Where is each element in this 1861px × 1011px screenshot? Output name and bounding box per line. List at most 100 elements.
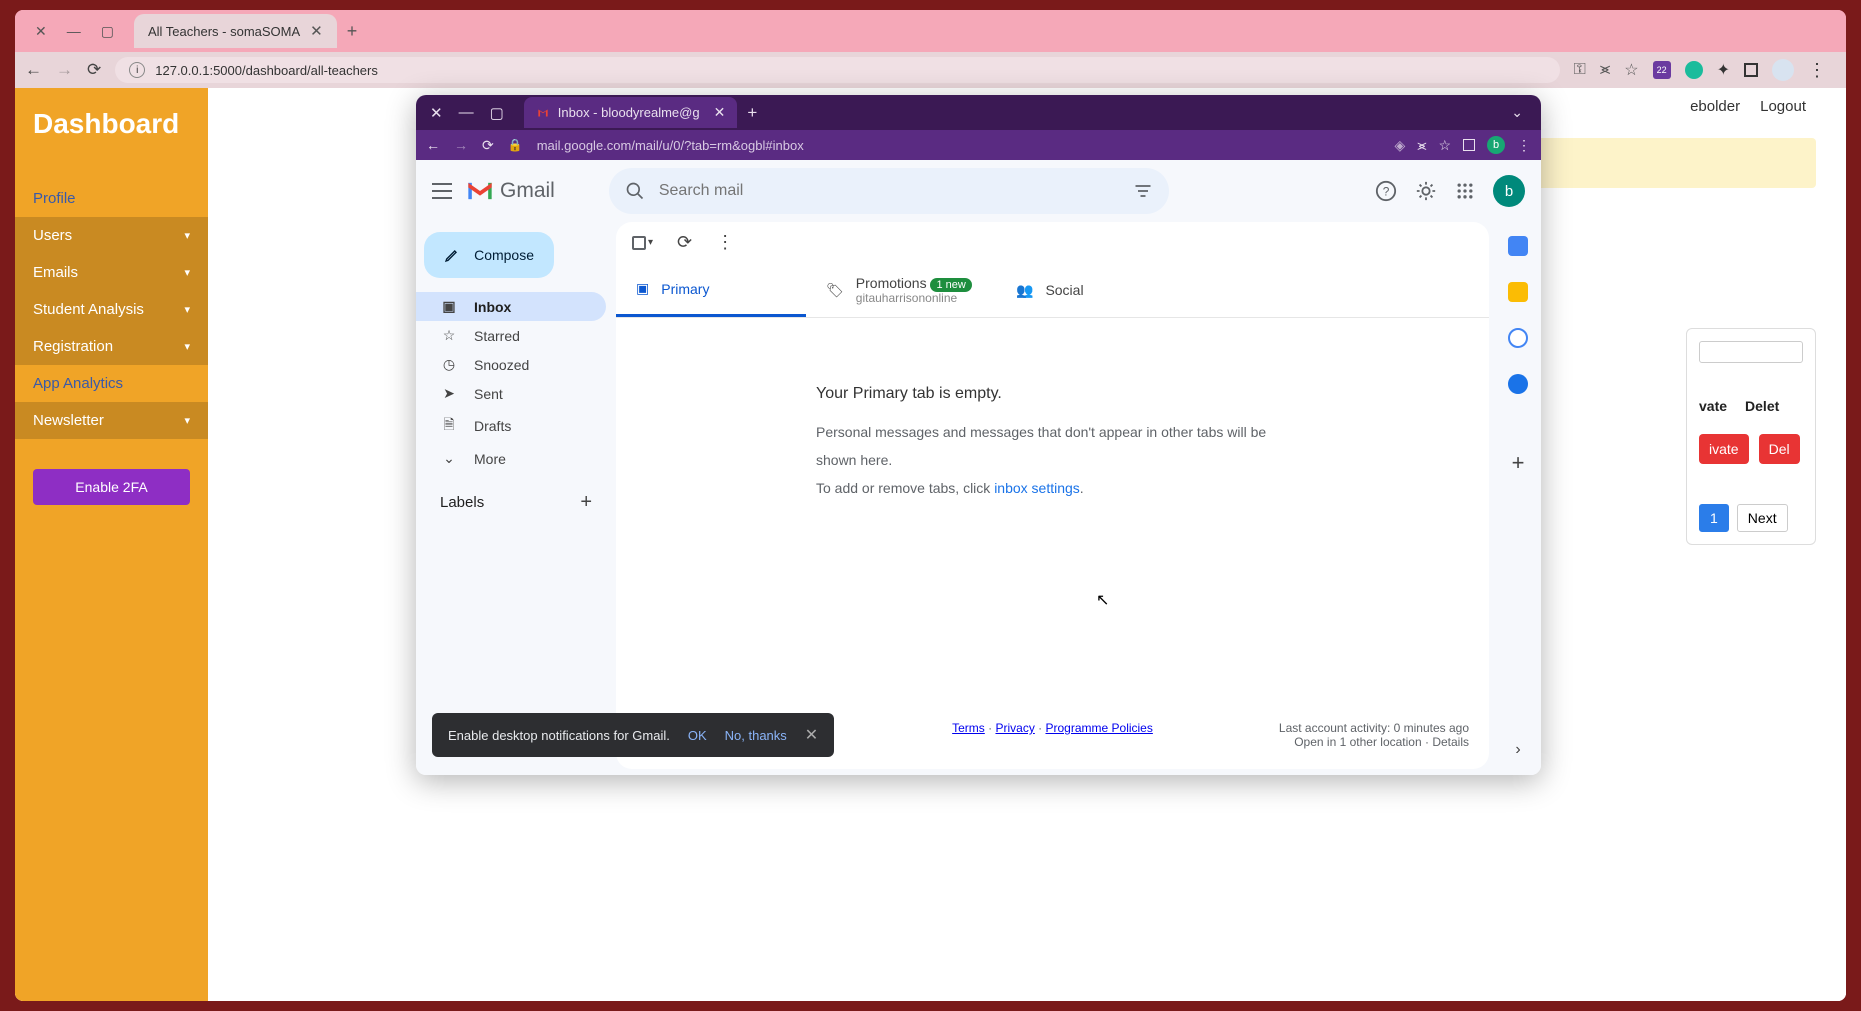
menu-student-analysis[interactable]: Student Analysis▾ [15,291,208,328]
extensions-icon[interactable]: ✦ [1717,60,1730,80]
bg-browser-tab[interactable]: All Teachers - somaSOMA ✕ [134,14,337,48]
deactivate-button[interactable]: ivate [1699,434,1749,464]
overlay-tab[interactable]: Inbox - bloodyrealme@g ✕ [524,97,738,128]
reload-icon[interactable]: ⟳ [482,137,494,154]
page-1-button[interactable]: 1 [1699,504,1729,532]
calendar-app-icon[interactable] [1508,236,1528,256]
add-label-icon[interactable]: + [580,491,592,514]
apps-grid-icon[interactable] [1455,181,1475,201]
profile-avatar-bg[interactable] [1772,59,1794,81]
new-tab-icon[interactable]: + [747,103,757,123]
add-app-icon[interactable]: + [1512,450,1525,476]
tab-promotions[interactable]: 🏷 Promotions 1 new gitauharrisononline [806,263,996,317]
collapse-panel-icon[interactable]: › [1515,741,1520,759]
sidepanel-icon[interactable] [1463,139,1475,151]
inbox-settings-link[interactable]: inbox settings [994,480,1080,496]
menu-registration[interactable]: Registration▾ [15,328,208,365]
tab-primary[interactable]: ▣ Primary [616,263,806,317]
bookmark-icon[interactable]: ☆ [1438,137,1451,154]
tab-close-icon[interactable]: ✕ [714,104,726,121]
tag-icon: 🏷 [826,282,844,299]
delete-button[interactable]: Del [1759,434,1800,464]
extension-icon-2[interactable] [1685,61,1703,79]
new-tab-icon[interactable]: + [347,21,358,42]
share-bg-icon[interactable]: ⪤ [1600,61,1610,79]
tasks-app-icon[interactable] [1508,328,1528,348]
back-icon[interactable]: ← [25,60,42,80]
menu-newsletter[interactable]: Newsletter▾ [15,402,208,439]
bg-url-bar[interactable]: i 127.0.0.1:5000/dashboard/all-teachers [115,57,1559,83]
search-input-fragment[interactable] [1699,341,1803,363]
hamburger-menu-icon[interactable] [432,183,452,199]
menu-users[interactable]: Users▾ [15,217,208,254]
nav-snoozed[interactable]: ◷Snoozed [416,350,606,379]
url-text: 127.0.0.1:5000/dashboard/all-teachers [155,63,378,78]
extension-icon-1[interactable]: 22 [1653,61,1671,79]
privacy-link[interactable]: Privacy [995,721,1034,735]
enable-2fa-button[interactable]: Enable 2FA [33,469,190,505]
overlay-url-text[interactable]: mail.google.com/mail/u/0/?tab=rm&ogbl#in… [537,138,804,153]
gmail-header: Gmail ? b [416,160,1541,222]
maximize-icon[interactable]: ▢ [490,104,504,122]
snackbar-no-button[interactable]: No, thanks [725,728,787,743]
compose-button[interactable]: Compose [424,232,554,278]
menu-icon[interactable]: ⋮ [1808,60,1826,81]
keep-app-icon[interactable] [1508,282,1528,302]
bg-browser-titlebar: ✕ — ▢ All Teachers - somaSOMA ✕ + [15,10,1846,52]
nav-sent[interactable]: ➤Sent [416,379,606,408]
overlay-toolbar-right: ◈ ⪤ ☆ b ⋮ [1395,136,1531,154]
sidepanel-icon[interactable] [1744,63,1758,77]
search-bar[interactable] [609,168,1169,214]
key-icon[interactable]: ⚿ [1574,61,1586,79]
gear-icon[interactable] [1415,180,1437,202]
menu-profile[interactable]: Profile [15,180,208,217]
tabs-dropdown-icon[interactable]: ⌄ [1511,104,1533,121]
minimize-icon[interactable]: — [459,104,474,122]
lock-icon[interactable]: 🔒 [508,138,523,152]
refresh-icon[interactable]: ⟳ [677,232,692,253]
nav-drafts[interactable]: 🗎Drafts [416,408,606,444]
search-input[interactable] [659,182,1119,200]
eye-icon[interactable]: ◈ [1395,137,1406,154]
snackbar-close-icon[interactable]: ✕ [805,725,818,745]
back-icon[interactable]: ← [426,137,440,153]
chevron-down-icon: ▾ [184,266,190,279]
close-icon[interactable]: ✕ [35,23,47,40]
profile-avatar[interactable]: b [1493,175,1525,207]
terms-link[interactable]: Terms [952,721,985,735]
minimize-icon[interactable]: — [67,23,81,40]
snackbar-ok-button[interactable]: OK [688,728,707,743]
footer-activity: Last account activity: 0 minutes ago Ope… [1279,721,1469,749]
forward-icon[interactable]: → [454,137,468,153]
tab-close-icon[interactable]: ✕ [310,22,323,40]
forward-icon[interactable]: → [56,60,73,80]
reload-icon[interactable]: ⟳ [87,60,101,80]
menu-icon[interactable]: ⋮ [1517,137,1531,154]
logout-link[interactable]: Logout [1760,98,1806,115]
menu-emails[interactable]: Emails▾ [15,254,208,291]
tab-social[interactable]: 👥 Social [996,263,1186,317]
topbar-username[interactable]: ebolder [1690,98,1740,115]
search-options-icon[interactable] [1133,181,1153,201]
select-all-checkbox[interactable]: ▾ [632,236,653,250]
star-icon: ☆ [440,327,458,344]
gmail-logo[interactable]: Gmail [466,179,555,203]
bookmark-icon[interactable]: ☆ [1624,60,1638,80]
close-icon[interactable]: ✕ [430,104,443,122]
page-next-button[interactable]: Next [1737,504,1788,532]
share-icon[interactable]: ⪤ [1417,137,1426,154]
help-icon[interactable]: ? [1375,180,1397,202]
nav-inbox[interactable]: ▣Inbox [416,292,606,321]
details-link[interactable]: Details [1432,735,1469,749]
policies-link[interactable]: Programme Policies [1045,721,1152,735]
maximize-icon[interactable]: ▢ [101,23,114,40]
gmail-logo-icon [466,180,494,202]
profile-avatar-sm[interactable]: b [1487,136,1505,154]
site-info-icon[interactable]: i [129,62,145,78]
more-actions-icon[interactable]: ⋮ [716,232,734,253]
contacts-app-icon[interactable] [1508,374,1528,394]
nav-starred[interactable]: ☆Starred [416,321,606,350]
menu-app-analytics[interactable]: App Analytics [15,365,208,402]
nav-more[interactable]: ⌄More [416,444,606,473]
pencil-icon [444,246,460,264]
